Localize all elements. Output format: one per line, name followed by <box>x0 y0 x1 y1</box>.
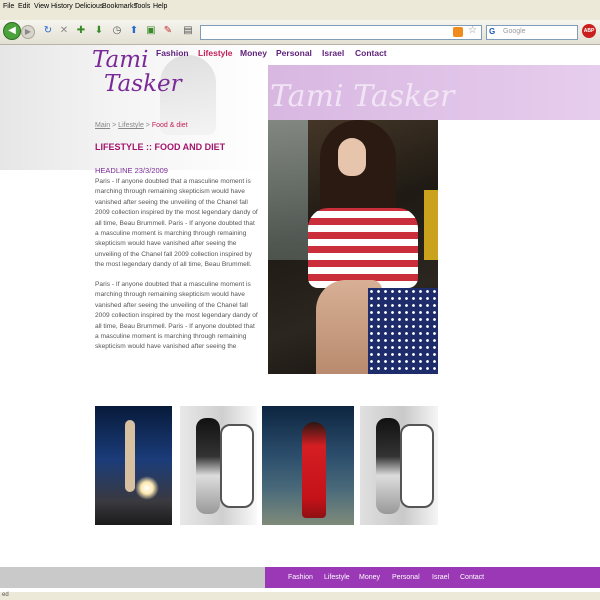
breadcrumb-separator: > <box>110 122 119 129</box>
stop-icon[interactable]: ✕ <box>58 25 70 37</box>
footer-left <box>0 567 265 588</box>
search-field[interactable]: G Google <box>486 25 578 40</box>
article-paragraph: Paris - If anyone doubted that a masculi… <box>95 281 258 351</box>
gallery-thumbnail[interactable] <box>180 406 257 525</box>
breadcrumb-separator: > <box>143 122 152 129</box>
search-placeholder: Google <box>503 28 526 35</box>
menu-file[interactable]: File <box>3 3 14 10</box>
article-headline: HEADLINE 23/3/2009 <box>95 166 168 175</box>
screenshot-icon[interactable]: ▣ <box>145 25 157 37</box>
gallery-thumbnail[interactable] <box>95 406 172 525</box>
menu-view[interactable]: View <box>34 3 49 10</box>
footer-nav-israel[interactable]: Israel <box>432 574 449 581</box>
main-photo <box>268 120 438 374</box>
address-bar[interactable]: ☆ <box>200 25 482 40</box>
web-page: Tami Tasker Fashion Lifestyle Money Pers… <box>0 45 600 592</box>
bookmark-star-icon[interactable]: ☆ <box>468 25 477 36</box>
gallery-thumbnail[interactable] <box>262 406 354 525</box>
pdf-icon[interactable]: ✎ <box>162 25 174 37</box>
menu-delicious[interactable]: Delicious <box>75 3 103 10</box>
adblock-icon[interactable]: ABP <box>582 24 596 38</box>
download-icon[interactable]: ⬇ <box>93 25 105 37</box>
lock-icon[interactable]: ▤ <box>182 25 194 37</box>
reload-icon[interactable]: ↻ <box>42 25 54 37</box>
footer-nav-money[interactable]: Money <box>359 574 380 581</box>
browser-menubar: File Edit View History Delicious Bookmar… <box>0 0 600 21</box>
gallery-thumbnail[interactable] <box>360 406 438 525</box>
menu-history[interactable]: History <box>51 3 73 10</box>
breadcrumb-main[interactable]: Main <box>95 122 110 129</box>
menu-edit[interactable]: Edit <box>18 3 30 10</box>
nav-israel[interactable]: Israel <box>322 48 344 58</box>
forward-icon[interactable]: ▶ <box>21 25 35 39</box>
menu-help[interactable]: Help <box>153 3 167 10</box>
status-text: ed <box>2 592 9 598</box>
nav-personal[interactable]: Personal <box>276 48 312 58</box>
article-paragraph: Paris - If anyone doubted that a masculi… <box>95 178 258 269</box>
history-icon[interactable]: ◷ <box>111 25 123 37</box>
nav-lifestyle[interactable]: Lifestyle <box>198 48 233 58</box>
logo-line1: Tami <box>92 47 149 73</box>
menu-tools[interactable]: Tools <box>134 3 150 10</box>
footer-nav-fashion[interactable]: Fashion <box>288 574 313 581</box>
breadcrumb-current: Food & diet <box>151 122 188 129</box>
upload-icon[interactable]: ⬆ <box>128 25 140 37</box>
bookmark-add-icon[interactable]: ✚ <box>75 25 87 37</box>
browser-toolbar: ◀ ▶ ↻ ✕ ✚ ⬇ ◷ ⬆ ▣ ✎ ▤ ☆ G Google ABP <box>0 20 600 45</box>
footer-nav-lifestyle[interactable]: Lifestyle <box>324 574 350 581</box>
menu-bookmarks[interactable]: Bookmarks <box>102 3 137 10</box>
rss-feed-icon[interactable] <box>453 27 463 37</box>
page-title: LIFESTYLE :: FOOD AND DIET <box>95 142 226 152</box>
browser-statusbar: ed <box>0 592 600 600</box>
breadcrumb-lifestyle[interactable]: Lifestyle <box>118 122 144 129</box>
logo-line2: Tasker <box>104 71 182 97</box>
google-icon: G <box>489 27 496 36</box>
footer-nav-contact[interactable]: Contact <box>460 574 484 581</box>
nav-contact[interactable]: Contact <box>355 48 387 58</box>
banner-watermark: Tami Tasker <box>270 79 455 114</box>
nav-fashion[interactable]: Fashion <box>156 48 189 58</box>
footer-nav-personal[interactable]: Personal <box>392 574 420 581</box>
nav-money[interactable]: Money <box>240 48 267 58</box>
breadcrumb: Main > Lifestyle > Food & diet <box>95 122 188 129</box>
back-icon[interactable]: ◀ <box>3 22 21 40</box>
